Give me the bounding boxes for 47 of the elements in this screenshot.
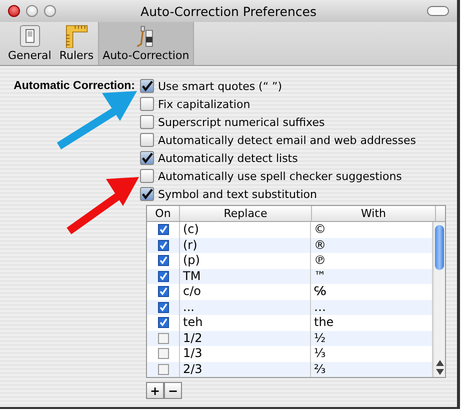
toolbar-toggle-button[interactable] xyxy=(427,6,449,16)
row-checkbox[interactable] xyxy=(158,286,168,298)
scrollbar[interactable] xyxy=(433,222,445,377)
scroll-up-icon[interactable] xyxy=(436,360,444,366)
column-header[interactable]: Replace xyxy=(180,206,312,221)
toolbar-tab[interactable]: General xyxy=(4,22,56,65)
toolbar-tab[interactable]: Auto-Correction xyxy=(98,22,194,65)
column-header[interactable]: On xyxy=(147,206,180,221)
scrollbar-thumb[interactable] xyxy=(435,225,444,270)
row-checkbox[interactable] xyxy=(158,302,168,313)
row-checkbox[interactable] xyxy=(158,332,168,344)
row-checkbox[interactable] xyxy=(158,255,168,266)
table-cell: 2/3 xyxy=(179,362,310,377)
table-cell: (r) xyxy=(179,238,310,253)
row-checkbox[interactable] xyxy=(158,317,168,328)
table-cell: 1/2 xyxy=(179,330,310,346)
table-cell: TM xyxy=(179,268,310,284)
section-label: Automatic Correction: xyxy=(12,79,136,94)
checkbox[interactable] xyxy=(140,151,154,165)
checkbox-option[interactable]: Automatically use spell checker suggestions xyxy=(140,168,416,184)
checkbox-option[interactable]: Automatically detect lists xyxy=(140,150,416,166)
add-button[interactable]: + xyxy=(146,382,164,399)
remove-button[interactable]: − xyxy=(164,382,182,399)
checkbox[interactable] xyxy=(140,97,154,111)
zoom-button[interactable] xyxy=(44,5,56,17)
scroll-down-icon[interactable] xyxy=(436,369,444,375)
window-title: Auto-Correction Preferences xyxy=(140,4,318,18)
checkbox[interactable] xyxy=(140,169,154,183)
column-header[interactable]: With xyxy=(312,206,436,221)
checkbox[interactable] xyxy=(140,133,154,147)
toolbar-tab[interactable]: Rulers xyxy=(55,22,98,65)
row-checkbox[interactable] xyxy=(158,364,168,375)
row-checkbox[interactable] xyxy=(158,240,168,251)
checkbox-option[interactable]: Symbol and text substitution xyxy=(140,186,416,202)
row-checkbox[interactable] xyxy=(158,348,168,360)
checkbox[interactable] xyxy=(140,115,154,129)
checkbox-option[interactable]: Use smart quotes (“ ”) xyxy=(140,78,416,94)
row-checkbox[interactable] xyxy=(158,270,168,282)
checkbox[interactable] xyxy=(140,79,154,93)
table-cell: ... xyxy=(179,300,310,315)
minimize-button[interactable] xyxy=(26,5,38,17)
checkbox[interactable] xyxy=(140,187,154,201)
close-button[interactable] xyxy=(8,5,20,17)
row-checkbox[interactable] xyxy=(158,224,168,236)
checkbox-option[interactable]: Automatically detect email and web addresses xyxy=(140,132,416,148)
checkbox-option[interactable]: Fix capitalization xyxy=(140,96,416,112)
checkbox-option[interactable]: Superscript numerical suffixes xyxy=(140,114,416,130)
